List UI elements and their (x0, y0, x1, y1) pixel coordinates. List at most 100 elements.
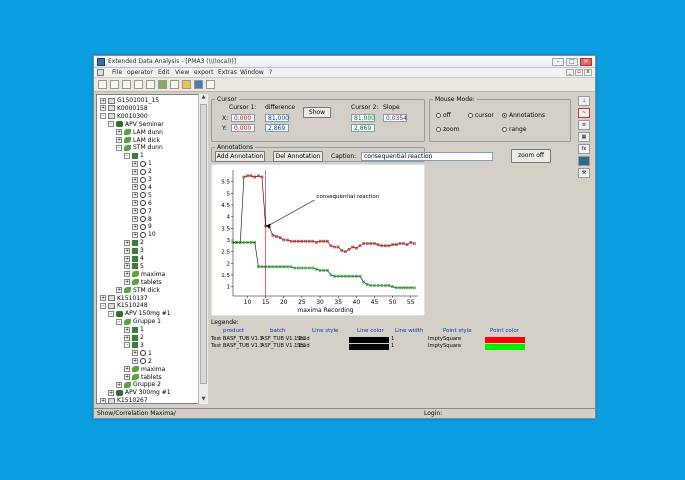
tree-node[interactable]: - K1510248 (100, 302, 148, 310)
expand-icon[interactable]: + (100, 105, 106, 112)
scroll-down-icon[interactable]: ▼ (200, 396, 207, 404)
close-button[interactable]: ✕ (580, 58, 592, 66)
expand-icon[interactable]: + (116, 129, 122, 136)
tree-node[interactable]: +5 (124, 263, 144, 271)
tree-node[interactable]: +9 (132, 223, 152, 231)
book-icon[interactable] (578, 156, 590, 166)
scroll-thumb[interactable] (200, 104, 207, 384)
tree-node[interactable]: + K1510137 (100, 295, 148, 303)
tree-node[interactable]: + K0000158 (100, 105, 148, 113)
mode-range-radio[interactable]: range (502, 126, 526, 133)
legend-header[interactable]: Point style (443, 328, 472, 334)
back-arrow-icon[interactable] (182, 80, 191, 89)
tree-node[interactable]: + maxima (124, 366, 165, 374)
tree-scrollbar[interactable]: ▲ ▼ (198, 94, 208, 404)
legend-header[interactable]: Line style (312, 328, 338, 334)
mode-off-radio[interactable]: off (436, 112, 451, 119)
cursor2-y-field[interactable]: 2,869 (351, 124, 375, 132)
grid-icon[interactable]: ▦ (578, 132, 590, 142)
expand-icon[interactable]: + (124, 263, 130, 270)
tree-node[interactable]: +3 (132, 176, 152, 184)
fx-icon[interactable]: fx (578, 144, 590, 154)
tree-node[interactable]: +1 (132, 350, 152, 358)
expand-icon[interactable]: + (132, 231, 138, 238)
tree-node[interactable]: +2 (132, 358, 152, 366)
expand-icon[interactable]: + (100, 97, 106, 104)
legend-header[interactable]: batch (270, 328, 286, 334)
point-color-swatch[interactable] (485, 337, 525, 343)
expand-icon[interactable]: + (132, 350, 138, 357)
tree-node[interactable]: -1 (124, 152, 144, 160)
cursor2-x-field[interactable]: 81,000 (351, 114, 375, 122)
filter-icon[interactable] (170, 80, 179, 89)
expand-icon[interactable]: + (124, 366, 130, 373)
tree-node[interactable]: +1 (124, 326, 144, 334)
collapse-icon[interactable]: - (124, 152, 130, 159)
mode-zoom-radio[interactable]: zoom (436, 126, 459, 133)
expand-icon[interactable]: + (116, 381, 122, 388)
expand-icon[interactable]: + (124, 271, 130, 278)
difference-x-field[interactable]: 81,000 (265, 114, 289, 122)
tree-node[interactable]: + LAM dick (116, 137, 160, 145)
pin-icon[interactable]: ⊥ (578, 96, 590, 106)
collapse-icon[interactable]: - (100, 113, 106, 120)
table-view-icon[interactable]: ≡ (578, 120, 590, 130)
paste-icon[interactable] (146, 80, 155, 89)
tree-node[interactable]: + tablets (124, 279, 162, 287)
zoom-off-button[interactable]: zoom off (511, 149, 551, 163)
mode-annotations-radio[interactable]: Annotations (502, 112, 545, 119)
expand-icon[interactable]: + (132, 358, 138, 365)
line-chart[interactable]: 10 15 20 25 30 35 40 45 50 55 1 1.5 2 2.5 3 3.5 4 4.5 5 5.5… (211, 164, 425, 316)
tree-node[interactable]: + Gruppe 2 (116, 381, 161, 389)
help-pointer-icon[interactable] (194, 80, 203, 89)
tree-node[interactable]: +5 (132, 192, 152, 200)
tree-node[interactable]: +7 (132, 208, 152, 216)
tree-node[interactable]: - Gruppe 1 (116, 318, 161, 326)
collapse-icon[interactable]: - (108, 310, 114, 317)
point-color-swatch[interactable] (485, 344, 525, 350)
tree-node[interactable]: +8 (132, 216, 152, 224)
tree-node[interactable]: + LAM dunn (116, 129, 163, 137)
tree-node[interactable]: +10 (132, 231, 156, 239)
mdi-restore-button[interactable]: ▫ (575, 69, 583, 76)
tree-node[interactable]: + G1501001_15 (100, 97, 159, 105)
show-button[interactable]: Show (303, 107, 331, 118)
tree-node[interactable]: + tablets (124, 374, 162, 382)
menu-extras[interactable]: Extras (218, 69, 237, 76)
expand-icon[interactable]: + (124, 334, 130, 341)
tools-icon[interactable]: ⚒ (578, 168, 590, 178)
menu-help[interactable]: ? (269, 69, 272, 76)
legend-header[interactable]: Line width (395, 328, 423, 334)
tree-node[interactable]: +2 (132, 168, 152, 176)
collapse-icon[interactable]: - (124, 342, 130, 349)
del-annotation-button[interactable]: Del Annotation (273, 151, 323, 162)
menu-export[interactable]: export (194, 69, 213, 76)
expand-icon[interactable]: + (124, 247, 130, 254)
copy-icon[interactable] (134, 80, 143, 89)
expand-icon[interactable]: + (124, 374, 130, 380)
menu-file[interactable]: File (112, 69, 122, 76)
minimize-button[interactable]: – (552, 58, 564, 66)
expand-icon[interactable]: + (116, 287, 122, 294)
collapse-icon[interactable]: - (108, 121, 114, 128)
tree-node[interactable]: + STM dick (116, 287, 160, 295)
open-icon[interactable] (98, 80, 107, 89)
tree-node[interactable]: +2 (124, 239, 144, 247)
legend-header[interactable]: product (223, 328, 244, 334)
tree-node[interactable]: +1 (132, 160, 152, 168)
line-color-swatch[interactable] (349, 344, 389, 350)
menu-view[interactable]: View (175, 69, 189, 76)
expand-icon[interactable]: + (124, 239, 130, 246)
maximize-button[interactable]: □ (566, 58, 578, 66)
expand-icon[interactable]: + (100, 295, 106, 301)
tree-node[interactable]: - K0010300 (100, 113, 148, 121)
tree-node[interactable]: +4 (132, 184, 152, 192)
expand-icon[interactable]: + (132, 176, 138, 183)
mode-cursor-radio[interactable]: cursor (468, 112, 494, 119)
tree-node[interactable]: +6 (132, 200, 152, 208)
menu-edit[interactable]: Edit (158, 69, 170, 76)
mdi-minimize-button[interactable]: _ (566, 69, 574, 76)
tree-node[interactable]: +2 (124, 334, 144, 342)
mdi-close-button[interactable]: x (584, 69, 592, 76)
expand-icon[interactable]: + (132, 160, 138, 167)
